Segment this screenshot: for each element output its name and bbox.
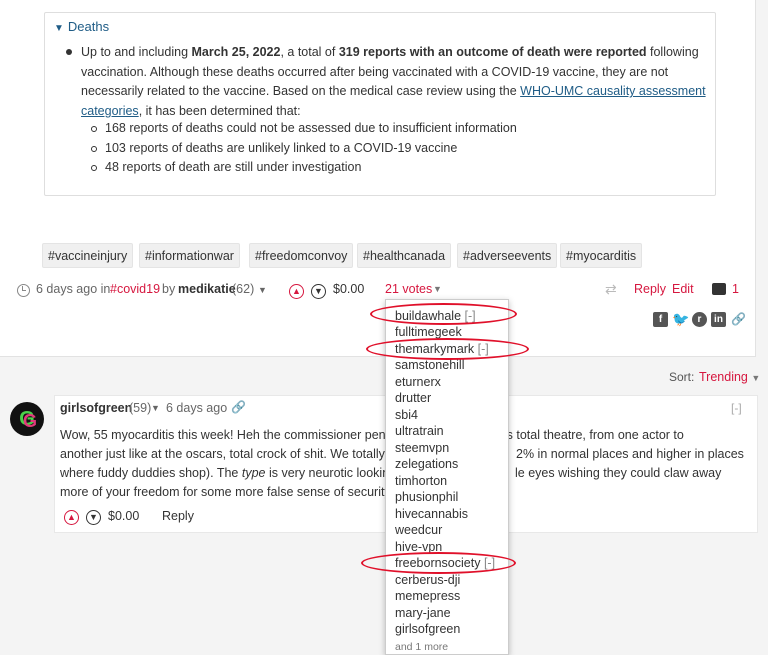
deaths-summary-toggle[interactable]: ▼ Deaths — [54, 19, 109, 34]
sort-dropdown[interactable]: Trending ▼ — [699, 370, 760, 384]
chevron-down-icon: ▼ — [751, 373, 761, 383]
sub-bullet — [91, 165, 97, 171]
voter-item[interactable]: zelegations — [395, 457, 458, 471]
more-voters-link[interactable]: and 1 more — [395, 641, 448, 653]
tag[interactable]: #myocarditis — [560, 243, 643, 268]
deaths-sub-item: 48 reports of death are still under inve… — [105, 160, 362, 174]
voter-item[interactable]: freebornsociety [-] — [395, 556, 495, 570]
post-card: ▼ Deaths Up to and including March 25, 20… — [0, 0, 756, 357]
reblog-icon[interactable]: ⇄ — [605, 281, 617, 299]
voter-item[interactable]: drutter — [395, 391, 431, 405]
comment-time[interactable]: 6 days ago — [166, 401, 227, 415]
voter-item[interactable]: eturnerx — [395, 375, 441, 389]
chevron-down-icon[interactable]: ▼ — [151, 403, 160, 413]
tag[interactable]: #adverseevents — [457, 243, 558, 268]
comments-icon[interactable] — [712, 283, 726, 295]
voter-item[interactable]: fulltimegeek — [395, 325, 462, 339]
voters-dropdown: buildawhale [-] fulltimegeek themarkymar… — [385, 299, 509, 655]
collapse-button[interactable]: [-] — [731, 401, 742, 415]
reply-link[interactable]: Reply — [634, 282, 666, 300]
reddit-icon[interactable]: r — [692, 312, 707, 327]
downvote-button[interactable]: ▼ — [86, 510, 101, 525]
voter-item[interactable]: buildawhale [-] — [395, 309, 476, 323]
voter-item[interactable]: steemvpn — [395, 441, 449, 455]
link-icon[interactable]: 🔗 — [731, 312, 746, 327]
comment-author[interactable]: girlsofgreen — [60, 401, 132, 415]
voter-item[interactable]: samstonehill — [395, 358, 464, 372]
bullet-dot — [66, 49, 72, 55]
author-link[interactable]: medikatie — [178, 282, 236, 300]
sub-bullet — [91, 126, 97, 132]
voter-item[interactable]: memepress — [395, 589, 460, 603]
deaths-sub-item: 103 reports of deaths are unlikely linke… — [105, 141, 458, 155]
tag[interactable]: #healthcanada — [357, 243, 452, 268]
voter-item[interactable]: themarkymark [-] — [395, 342, 489, 356]
sub-bullet — [91, 146, 97, 152]
post-time: 6 days ago in — [36, 282, 111, 296]
deaths-details: ▼ Deaths Up to and including March 25, 20… — [44, 12, 716, 196]
comment-count[interactable]: 1 — [732, 282, 739, 300]
voter-item[interactable]: sbi4 — [395, 408, 418, 422]
voter-item[interactable]: ultratrain — [395, 424, 444, 438]
deaths-paragraph: Up to and including March 25, 2022, a to… — [81, 45, 706, 119]
author-reputation: (62) — [232, 282, 255, 296]
comment-reply-link[interactable]: Reply — [162, 509, 194, 523]
upvote-button[interactable]: ▲ — [289, 284, 304, 299]
chevron-down-icon[interactable]: ▼ — [258, 285, 267, 303]
tag[interactable]: #freedomconvoy — [249, 243, 354, 268]
twitter-icon[interactable]: 🐦 — [672, 312, 689, 327]
post-payout[interactable]: $0.00 — [333, 282, 364, 300]
voter-item[interactable]: girlsofgreen — [395, 622, 460, 636]
voter-item[interactable]: weedcur — [395, 523, 442, 537]
voter-item[interactable]: cerberus-dji — [395, 573, 460, 587]
voter-item[interactable]: hivecannabis — [395, 507, 468, 521]
triangle-down-icon: ▼ — [54, 23, 64, 34]
downvote-button[interactable]: ▼ — [311, 284, 326, 299]
category-link[interactable]: #covid19 — [110, 282, 160, 300]
voter-item[interactable]: mary-jane — [395, 606, 451, 620]
deaths-sub-item: 168 reports of deaths could not be asses… — [105, 121, 517, 135]
sort-label: Sort: — [669, 370, 695, 384]
edit-link[interactable]: Edit — [672, 282, 694, 300]
avatar[interactable]: GG — [10, 402, 44, 436]
by-label: by — [162, 282, 176, 296]
facebook-icon[interactable]: f — [653, 312, 668, 327]
votes-count-toggle[interactable]: 21 votes — [385, 282, 432, 300]
voter-item[interactable]: phusionphil — [395, 490, 458, 504]
comment-payout[interactable]: $0.00 — [108, 509, 139, 523]
tag[interactable]: #informationwar — [139, 243, 240, 268]
upvote-button[interactable]: ▲ — [64, 510, 79, 525]
voter-item[interactable]: hive-vpn — [395, 540, 442, 554]
clock-icon — [17, 284, 30, 297]
link-icon[interactable]: 🔗 — [231, 400, 246, 414]
linkedin-icon[interactable]: in — [711, 312, 726, 327]
tag[interactable]: #vaccineinjury — [42, 243, 134, 268]
comment-reputation: (59) — [129, 401, 152, 415]
voter-item[interactable]: timhorton — [395, 474, 447, 488]
